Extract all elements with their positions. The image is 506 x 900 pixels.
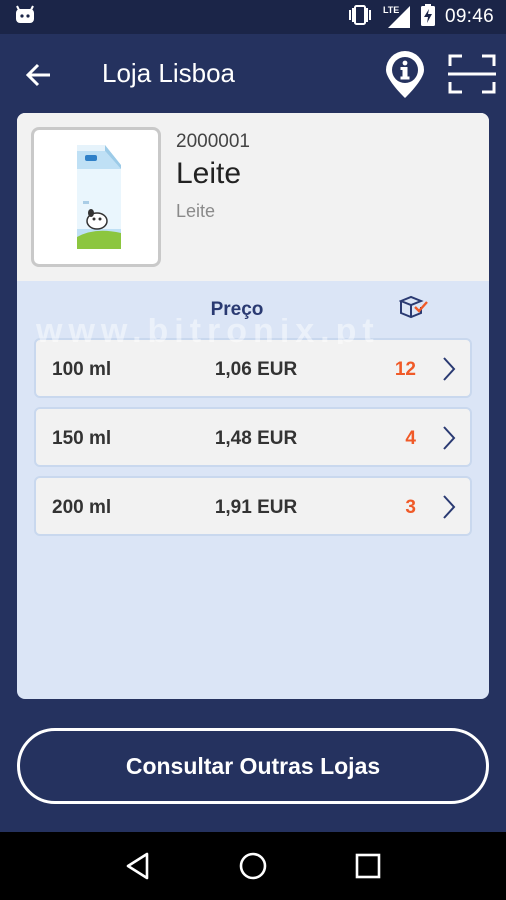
recents-square-icon [356, 853, 381, 879]
back-arrow-icon [26, 63, 50, 87]
stock-column-header [398, 295, 429, 321]
nav-back-button[interactable] [118, 846, 158, 886]
variant-size: 200 ml [52, 497, 112, 518]
variant-stock: 4 [405, 428, 416, 449]
product-card: 2000001 Leite Leite Preço 100 ml 1,06 EU… [17, 113, 489, 699]
milk-carton-icon [77, 145, 121, 249]
box-check-icon [398, 295, 428, 319]
chevron-right-icon [443, 495, 456, 519]
signal-icon: LTE [382, 5, 411, 28]
battery-charging-icon [420, 3, 435, 31]
variant-stock: 12 [394, 359, 416, 380]
status-indicators: LTE 09:46 [347, 3, 494, 31]
consult-other-stores-button[interactable]: Consultar Outras Lojas [17, 728, 489, 804]
scan-icon [448, 54, 496, 94]
variant-price: 1,06 EUR [214, 359, 298, 380]
variant-row[interactable]: 150 ml 1,48 EUR 4 [34, 407, 472, 467]
chevron-right-icon [443, 357, 456, 381]
nav-recents-button[interactable] [348, 846, 388, 886]
status-bar: LTE 09:46 [0, 0, 506, 34]
product-description: Leite [176, 201, 216, 221]
product-header: 2000001 Leite Leite [17, 113, 489, 281]
variant-row[interactable]: 100 ml 1,06 EUR 12 [34, 338, 472, 398]
status-time: 09:46 [444, 6, 494, 27]
nav-home-button[interactable] [233, 846, 273, 886]
variant-price: 1,48 EUR [214, 428, 298, 449]
info-button[interactable] [384, 50, 426, 100]
network-label: LTE [382, 5, 400, 15]
info-location-icon [386, 51, 424, 98]
android-robot-icon [14, 5, 36, 30]
chevron-right-icon [443, 426, 456, 450]
variant-size: 100 ml [52, 359, 112, 380]
product-code: 2000001 [176, 131, 250, 152]
back-triangle-icon [126, 852, 148, 880]
back-button[interactable] [22, 58, 56, 92]
vibrate-icon [347, 4, 373, 30]
product-image [31, 127, 161, 267]
variant-price: 1,91 EUR [214, 497, 298, 518]
system-nav-bar [0, 832, 506, 900]
app-bar: Loja Lisboa [0, 34, 506, 114]
price-column-header: Preço [210, 299, 264, 320]
home-circle-icon [239, 852, 267, 880]
page-title: Loja Lisboa [102, 58, 235, 88]
scan-button[interactable] [448, 54, 496, 94]
variant-row[interactable]: 200 ml 1,91 EUR 3 [34, 476, 472, 536]
variant-stock: 3 [405, 497, 416, 518]
variant-size: 150 ml [52, 428, 112, 449]
product-name: Leite [176, 157, 242, 190]
